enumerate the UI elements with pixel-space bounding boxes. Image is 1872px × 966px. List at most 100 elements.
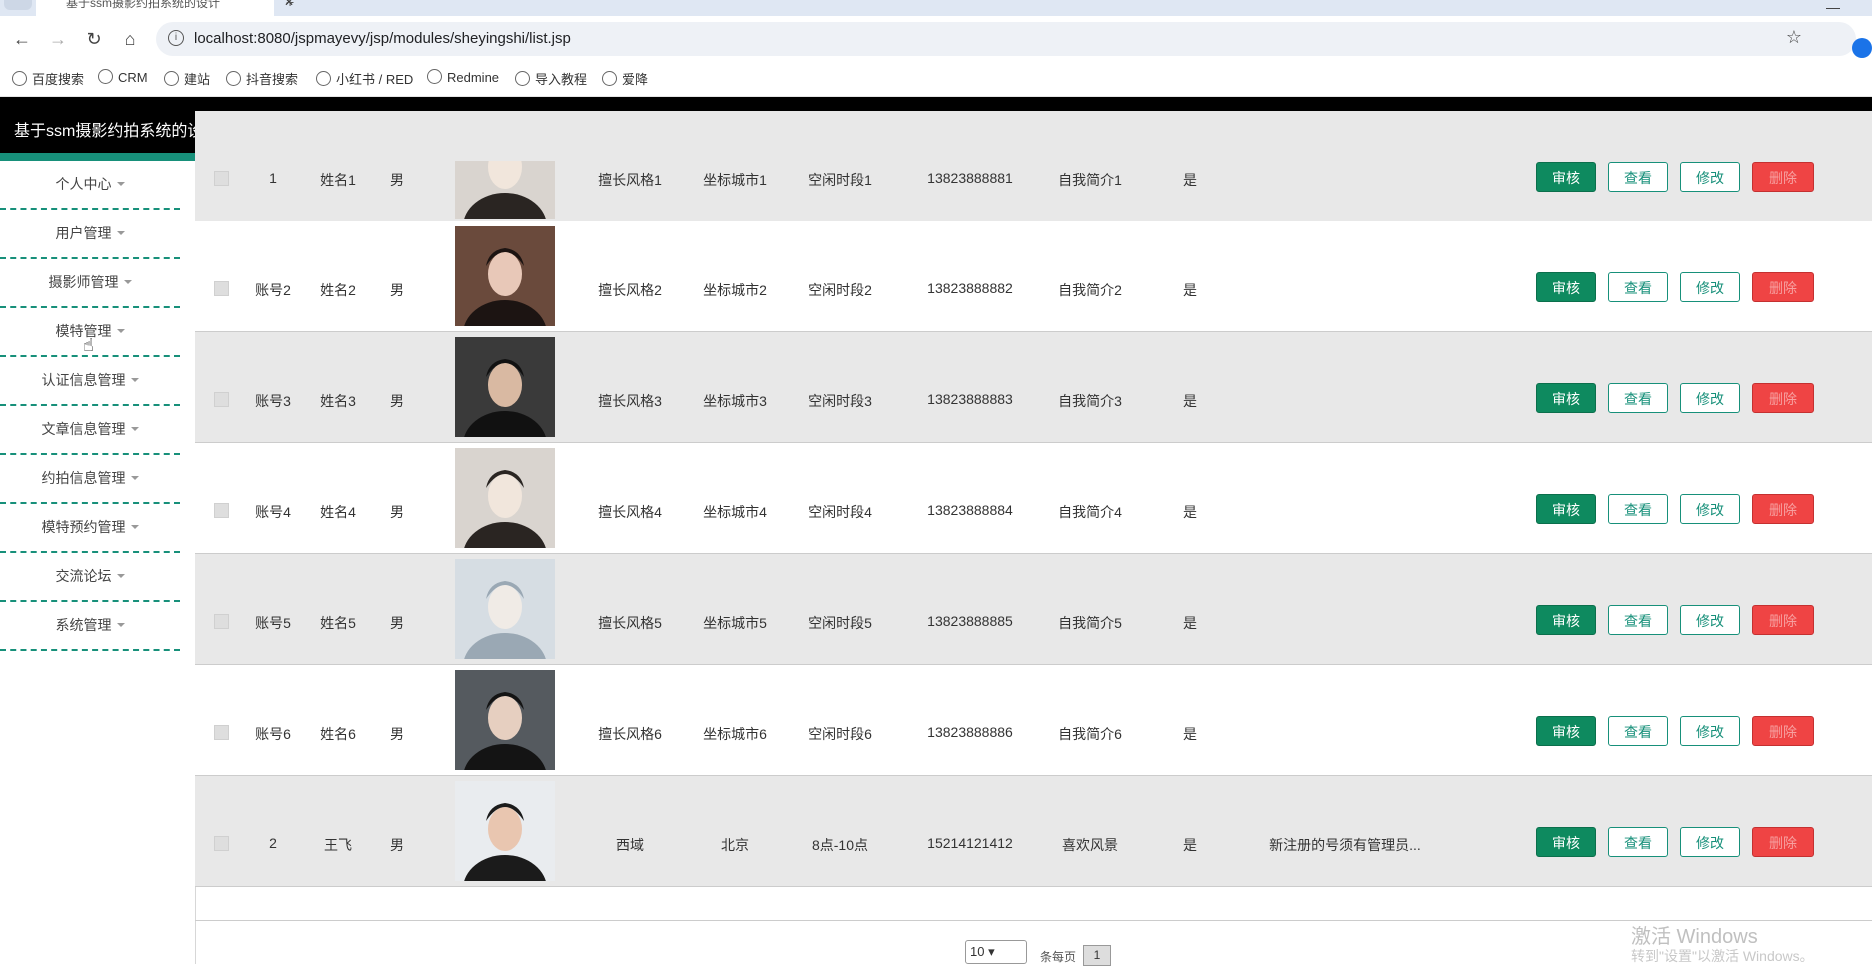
table-row: 账号3 姓名3 男 擅长风格3 坐标城市3 空闲时段3 13823888883 自我简介3 是 审… (195, 332, 1872, 443)
cell-city: 坐标城市1 (703, 172, 767, 188)
paw-icon (12, 71, 27, 86)
cell-city: 坐标城市4 (703, 504, 767, 520)
reload-icon[interactable]: ↻ (82, 27, 106, 51)
bookmark-item[interactable]: 抖音搜索 (226, 69, 298, 88)
sidebar-item-certification[interactable]: 认证信息管理 (0, 357, 180, 406)
url-bar[interactable]: i localhost:8080/jspmayevy/jsp/modules/s… (156, 22, 1856, 56)
sidebar-item-personal-center[interactable]: 个人中心 (0, 161, 180, 210)
audit-button[interactable]: 审核 (1536, 494, 1596, 524)
sidebar-item-forum[interactable]: 交流论坛 (0, 553, 180, 602)
globe-icon (427, 69, 442, 84)
browser-tab[interactable]: 基于ssm摄影约拍系统的设计 ✕ (36, 0, 294, 16)
forward-icon[interactable]: → (46, 27, 70, 51)
edit-button[interactable]: 修改 (1680, 162, 1740, 192)
delete-button[interactable]: 删除 (1752, 162, 1814, 192)
bookmark-item[interactable]: 导入教程 (515, 69, 587, 88)
sidebar-item-appointments[interactable]: 约拍信息管理 (0, 455, 180, 504)
cell-intro: 自我简介6 (1058, 726, 1122, 742)
bookmark-item[interactable]: 小红书 / RED (316, 69, 413, 88)
avatar-photo[interactable] (455, 670, 555, 770)
sidebar-item-photographers[interactable]: 摄影师管理 (0, 259, 180, 308)
caret-down-icon (116, 182, 125, 186)
view-button[interactable]: 查看 (1608, 716, 1668, 746)
delete-button[interactable]: 删除 (1752, 272, 1814, 302)
bookmark-star-icon[interactable]: ☆ (1786, 27, 1802, 48)
avatar-photo[interactable] (455, 226, 555, 326)
view-button[interactable]: 查看 (1608, 383, 1668, 413)
bookmark-item[interactable]: 建站 (164, 69, 210, 88)
cell-style: 擅长风格1 (598, 172, 662, 188)
home-icon[interactable]: ⌂ (118, 27, 142, 51)
site-info-icon[interactable]: i (168, 30, 184, 46)
page-button[interactable]: 1 (1083, 945, 1111, 966)
window-menu-button[interactable] (4, 0, 32, 10)
caret-down-icon (123, 280, 132, 284)
delete-button[interactable]: 删除 (1752, 716, 1814, 746)
avatar-photo[interactable] (455, 337, 555, 437)
row-checkbox[interactable] (214, 392, 229, 407)
sidebar-item-articles[interactable]: 文章信息管理 (0, 406, 180, 455)
cell-style: 擅长风格4 (598, 504, 662, 520)
edit-button[interactable]: 修改 (1680, 494, 1740, 524)
edit-button[interactable]: 修改 (1680, 827, 1740, 857)
edit-button[interactable]: 修改 (1680, 716, 1740, 746)
edit-button[interactable]: 修改 (1680, 605, 1740, 635)
cell-status: 是 (1183, 615, 1197, 631)
row-checkbox[interactable] (214, 836, 229, 851)
windows-activation-hint: 转到"设置"以激活 Windows。 (1631, 948, 1814, 964)
audit-button[interactable]: 审核 (1536, 383, 1596, 413)
sidebar: 个人中心 用户管理 摄影师管理 模特管理 认证信息管理 文章信息管理 约拍信息管… (0, 161, 196, 964)
globe-icon (98, 69, 113, 84)
row-checkbox[interactable] (214, 171, 229, 186)
sidebar-item-users[interactable]: 用户管理 (0, 210, 180, 259)
view-button[interactable]: 查看 (1608, 494, 1668, 524)
new-tab-icon[interactable]: + (286, 0, 294, 10)
cell-gender: 男 (390, 615, 404, 631)
delete-button[interactable]: 删除 (1752, 827, 1814, 857)
view-button[interactable]: 查看 (1608, 605, 1668, 635)
table-row: 账号6 姓名6 男 擅长风格6 坐标城市6 空闲时段6 13823888886 自我简介6 是 审… (195, 665, 1872, 776)
cell-time: 8点-10点 (811, 837, 869, 853)
app-title: 基于ssm摄影约拍系统的设计 (14, 123, 220, 140)
audit-button[interactable]: 审核 (1536, 716, 1596, 746)
cell-status: 是 (1183, 282, 1197, 298)
edit-button[interactable]: 修改 (1680, 272, 1740, 302)
pointer-cursor-icon: ☝ (83, 335, 94, 355)
delete-button[interactable]: 删除 (1752, 494, 1814, 524)
sidebar-item-model-booking[interactable]: 模特预约管理 (0, 504, 180, 553)
cell-name: 王飞 (324, 837, 352, 853)
audit-button[interactable]: 审核 (1536, 605, 1596, 635)
bookmark-item[interactable]: CRM (98, 69, 148, 85)
url-text[interactable]: localhost:8080/jspmayevy/jsp/modules/she… (194, 30, 571, 47)
caret-down-icon (130, 476, 139, 480)
profile-avatar-icon[interactable] (1852, 38, 1872, 58)
audit-button[interactable]: 审核 (1536, 162, 1596, 192)
delete-button[interactable]: 删除 (1752, 605, 1814, 635)
sidebar-item-system[interactable]: 系统管理 (0, 602, 180, 651)
bookmark-item[interactable]: 爱降 (602, 69, 648, 88)
page-size-select[interactable]: 10 ▾ (965, 940, 1027, 964)
row-checkbox[interactable] (214, 281, 229, 296)
edit-button[interactable]: 修改 (1680, 383, 1740, 413)
row-checkbox[interactable] (214, 614, 229, 629)
avatar-photo[interactable] (455, 161, 555, 219)
cell-time: 空闲时段4 (808, 504, 872, 520)
globe-icon (515, 71, 530, 86)
row-checkbox[interactable] (214, 725, 229, 740)
view-button[interactable]: 查看 (1608, 827, 1668, 857)
minimize-icon[interactable] (1826, 0, 1840, 9)
bookmark-item[interactable]: Redmine (427, 69, 499, 85)
avatar-photo[interactable] (455, 559, 555, 659)
row-checkbox[interactable] (214, 503, 229, 518)
back-icon[interactable]: ← (10, 27, 34, 51)
avatar-photo[interactable] (455, 448, 555, 548)
cell-city: 坐标城市6 (703, 726, 767, 742)
audit-button[interactable]: 审核 (1536, 827, 1596, 857)
view-button[interactable]: 查看 (1608, 272, 1668, 302)
view-button[interactable]: 查看 (1608, 162, 1668, 192)
delete-button[interactable]: 删除 (1752, 383, 1814, 413)
avatar-photo[interactable] (455, 781, 555, 881)
audit-button[interactable]: 审核 (1536, 272, 1596, 302)
bookmark-item[interactable]: 百度搜索 (12, 69, 84, 88)
table-row: 账号2 姓名2 男 擅长风格2 坐标城市2 空闲时段2 13823888882 自我简介2 是 审… (195, 221, 1872, 332)
